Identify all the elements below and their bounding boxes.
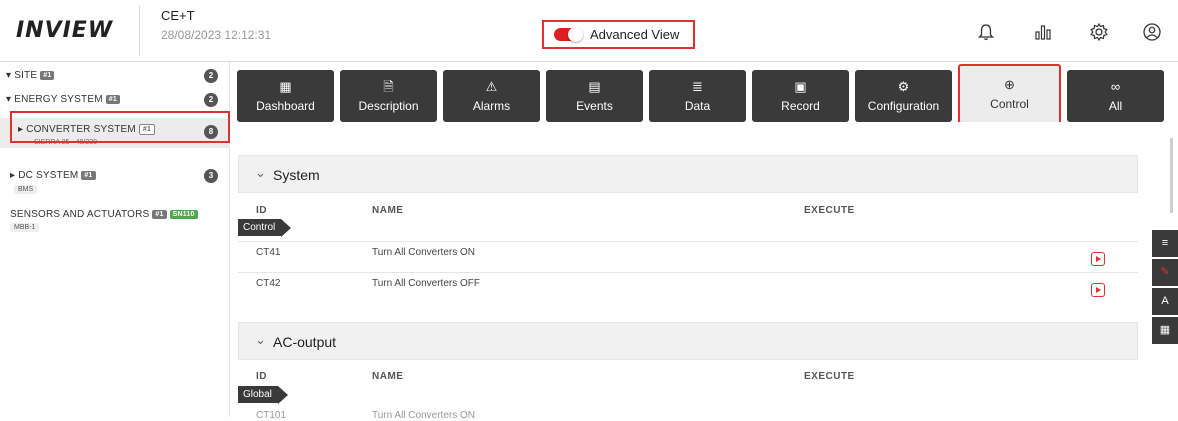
- id-badge: #1: [152, 210, 167, 219]
- tree-item-site[interactable]: ▾ SITE #1 2: [0, 68, 230, 84]
- inview-logo[interactable]: INVIEW: [16, 18, 113, 43]
- execute-button[interactable]: [1091, 252, 1105, 266]
- spellcheck-icon[interactable]: A: [1152, 288, 1178, 315]
- tree-item-text: DC SYSTEM: [18, 170, 79, 181]
- dashboard-icon: ▦: [279, 78, 292, 94]
- advanced-view-label: Advanced View: [590, 27, 680, 42]
- document-icon: 🗎: [383, 78, 394, 94]
- section-header[interactable]: ⌄ AC-output: [238, 322, 1138, 360]
- serial-badge: SN110: [169, 210, 198, 219]
- column-header-id: ID: [256, 371, 267, 382]
- section-system: ⌄ System ID NAME EXECUTE Control CT41 Tu…: [238, 155, 1138, 297]
- column-header-name: NAME: [372, 371, 404, 382]
- tab-label: Alarms: [472, 98, 511, 113]
- column-header-name: NAME: [372, 205, 404, 216]
- tab-dashboard[interactable]: ▦ Dashboard: [237, 70, 334, 122]
- filter-icon[interactable]: ≡: [1152, 230, 1178, 257]
- tree-item-text: SITE: [14, 70, 38, 81]
- tab-label: Data: [684, 98, 711, 113]
- toggle-knob: [568, 27, 583, 42]
- tree-item-label: ▸ DC SYSTEM #1: [10, 170, 96, 181]
- section-tag: Global: [238, 386, 288, 404]
- section-ac-output: ⌄ AC-output ID NAME EXECUTE Global CT101…: [238, 322, 1138, 421]
- child-count-badge: 3: [204, 169, 218, 183]
- toggle-switch[interactable]: [554, 27, 583, 42]
- section-tag: Control: [238, 219, 292, 237]
- section-header[interactable]: ⌄ System: [238, 155, 1138, 193]
- tab-all[interactable]: ∞ All: [1067, 70, 1164, 122]
- site-datetime: 28/08/2023 12:12:31: [161, 28, 272, 42]
- id-badge: #1: [105, 95, 120, 104]
- tab-record[interactable]: ▣ Record: [752, 70, 849, 122]
- tree-item-label: ▾ ENERGY SYSTEM #1: [6, 94, 120, 105]
- user-icon[interactable]: [1142, 22, 1162, 42]
- converter-system-highlight: [10, 111, 230, 143]
- data-icon: ≣: [692, 78, 703, 94]
- advanced-view-toggle[interactable]: Advanced View: [542, 20, 695, 49]
- row-divider: [238, 272, 1138, 273]
- configuration-icon: ⚙: [897, 78, 910, 94]
- section-toolbar: ▦ Dashboard 🗎 Description ⚠ Alarms ▤ Eve…: [237, 64, 1167, 124]
- bell-icon[interactable]: [976, 22, 996, 42]
- row-name: Turn All Converters ON: [372, 247, 475, 258]
- tab-label: All: [1108, 98, 1123, 113]
- bms-chip: BMS: [14, 185, 38, 194]
- tab-label: Configuration: [867, 98, 940, 113]
- bar-chart-icon[interactable]: [1033, 22, 1053, 42]
- site-tree-sidebar: ▾ SITE #1 2 ▾ ENERGY SYSTEM #1 2 ▸ CONVERT…: [0, 62, 230, 417]
- header-divider: [139, 6, 140, 56]
- alarm-icon: ⚠: [485, 78, 498, 94]
- site-name: CE+T: [161, 8, 195, 23]
- top-header: INVIEW CE+T 28/08/2023 12:12:31 Advanced…: [0, 0, 1178, 62]
- tree-item-label: SENSORS AND ACTUATORS #1 SN110: [10, 209, 198, 220]
- tree-item-text: ENERGY SYSTEM: [14, 94, 103, 105]
- section-title: System: [273, 167, 320, 183]
- scrollbar[interactable]: [1170, 138, 1173, 213]
- column-header-id: ID: [256, 205, 267, 216]
- tab-label: Record: [781, 98, 820, 113]
- execute-button[interactable]: [1091, 283, 1105, 297]
- mbb-chip: MBB-1: [10, 223, 40, 232]
- tree-item-label: ▾ SITE #1: [6, 70, 55, 81]
- tab-data[interactable]: ≣ Data: [649, 70, 746, 122]
- tree-item-energy-system[interactable]: ▾ ENERGY SYSTEM #1 2: [0, 92, 230, 108]
- tab-label: Description: [358, 98, 419, 113]
- row-name: Turn All Converters OFF: [372, 278, 480, 289]
- gear-icon[interactable]: [1089, 22, 1109, 42]
- row-divider: [238, 241, 1138, 242]
- row-id: CT42: [256, 278, 281, 289]
- tree-item-dc-system[interactable]: ▸ DC SYSTEM #1 3 BMS: [0, 168, 230, 200]
- infinity-icon: ∞: [1110, 78, 1121, 94]
- column-header-execute: EXECUTE: [804, 371, 855, 382]
- calendar-icon: ▤: [588, 78, 601, 94]
- child-count-badge: 2: [204, 69, 218, 83]
- dashboard-icon[interactable]: ▦: [1152, 317, 1178, 344]
- row-id: CT41: [256, 247, 281, 258]
- tab-events[interactable]: ▤ Events: [546, 70, 643, 122]
- row-name: Turn All Converters ON: [372, 410, 475, 421]
- id-badge: #1: [81, 171, 96, 180]
- child-count-badge: 2: [204, 93, 218, 107]
- column-header-execute: EXECUTE: [804, 205, 855, 216]
- section-title: AC-output: [273, 334, 337, 350]
- tree-item-text: SENSORS AND ACTUATORS: [10, 209, 150, 220]
- tab-configuration[interactable]: ⚙ Configuration: [855, 70, 952, 122]
- record-icon: ▣: [794, 78, 807, 94]
- id-badge: #1: [40, 71, 55, 80]
- tab-label: Control: [990, 96, 1029, 111]
- tab-description[interactable]: 🗎 Description: [340, 70, 437, 122]
- pen-icon[interactable]: ✎: [1152, 259, 1178, 286]
- control-icon: ⊕: [1004, 76, 1015, 92]
- chevron-down-icon: ⌄: [255, 165, 266, 180]
- tab-alarms[interactable]: ⚠ Alarms: [443, 70, 540, 122]
- tab-label: Events: [576, 98, 613, 113]
- chevron-down-icon: ⌄: [255, 332, 266, 347]
- tree-item-sensors-actuators[interactable]: SENSORS AND ACTUATORS #1 SN110 MBB-1: [0, 207, 230, 239]
- tab-label: Dashboard: [256, 98, 315, 113]
- tab-control[interactable]: ⊕ Control: [958, 64, 1061, 124]
- control-panel: ⌄ System ID NAME EXECUTE Control CT41 Tu…: [230, 122, 1178, 421]
- row-id: CT101: [256, 410, 287, 421]
